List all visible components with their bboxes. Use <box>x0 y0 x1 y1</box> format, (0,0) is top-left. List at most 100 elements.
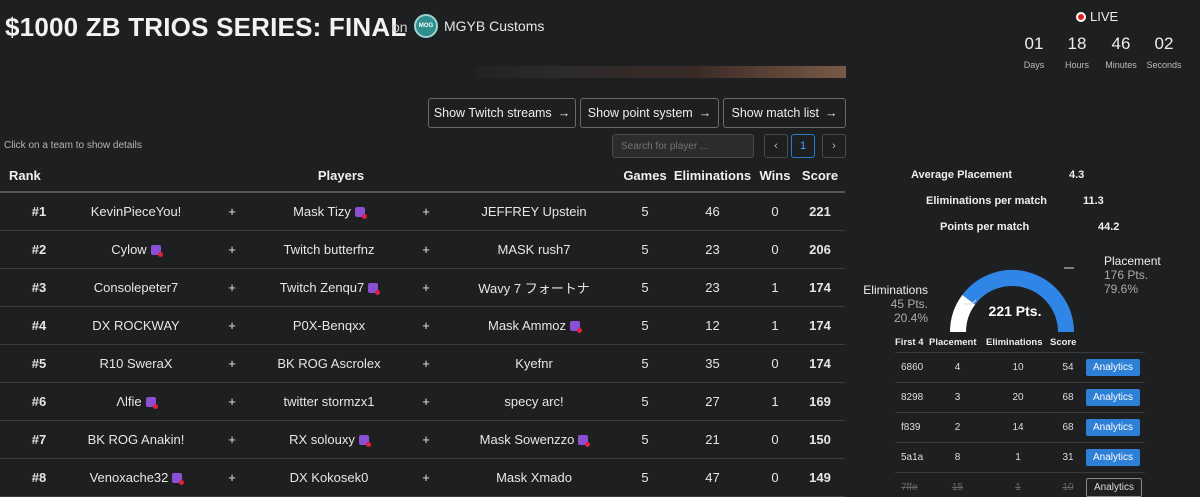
wins-cell: 1 <box>755 382 795 421</box>
countdown-hours: 18 Hours <box>1052 34 1102 70</box>
plus-sign: + <box>210 458 254 497</box>
eliminations-cell-text: 35 <box>705 355 720 371</box>
twitch-live-icon[interactable] <box>368 282 381 295</box>
match-elims-cell: 1 <box>986 441 1050 472</box>
analytics-button[interactable]: Analytics <box>1086 418 1141 436</box>
gauge-elims-legend: Eliminations 45 Pts. 20.4% <box>858 283 928 325</box>
wins-cell: 0 <box>755 192 795 231</box>
analytics-button[interactable]: Analytics <box>1086 477 1143 497</box>
countdown-seconds: 02 Seconds <box>1139 34 1189 70</box>
table-row[interactable]: #2 Cylow + Twitch butterfnz + MASK rush7 5 23 0 2… <box>0 230 845 269</box>
player-cell-text: Wavy 7 フォートナ <box>478 280 590 296</box>
player-cell: Consolepeter7 <box>62 268 210 307</box>
pagination-prev-button[interactable]: ‹ <box>764 134 788 158</box>
plus-sign: + <box>210 268 254 307</box>
analytics-button[interactable]: Analytics <box>1086 448 1141 466</box>
first-header: First 4 <box>895 337 924 349</box>
plus-sign: + <box>210 382 254 421</box>
player-cell-text: twitter stormzx1 <box>283 393 375 409</box>
analytics-cell: Analytics <box>1086 441 1145 472</box>
twitch-live-icon[interactable] <box>150 244 163 257</box>
organizer-name[interactable]: MGYB Customs <box>444 18 544 34</box>
twitch-live-icon[interactable] <box>578 434 591 447</box>
stream-preview-strip[interactable] <box>474 66 846 78</box>
score-cell-text: 174 <box>809 279 831 295</box>
games-cell-text: 5 <box>641 203 649 219</box>
plus-sign: + <box>404 344 448 383</box>
eliminations-header: Eliminations <box>670 160 755 193</box>
player-cell: Mask Xmado <box>448 458 620 497</box>
plus-sign: + <box>404 230 448 269</box>
chevron-right-icon: › <box>832 140 836 152</box>
games-cell-text: 5 <box>641 279 649 295</box>
wins-cell: 0 <box>755 230 795 269</box>
twitch-live-icon[interactable] <box>358 434 371 447</box>
wins-cell-text: 1 <box>771 393 779 409</box>
player-cell-text: DX ROCKWAY <box>92 317 180 333</box>
rank-cell-text: #1 <box>31 203 47 219</box>
analytics-button[interactable]: Analytics <box>1086 388 1141 406</box>
analytics-cell: Analytics <box>1086 471 1145 497</box>
eliminations-cell: 21 <box>670 420 755 459</box>
games-cell: 5 <box>620 268 670 307</box>
player-cell-text: BK ROG Ascrolex <box>277 355 381 371</box>
rank-cell-text: #4 <box>31 317 47 333</box>
organizer-logo-text: MOG <box>418 23 434 29</box>
button-label: Show Twitch streams <box>433 106 552 120</box>
score-cell-text: 221 <box>809 203 831 219</box>
games-cell: 5 <box>620 344 670 383</box>
elims-legend-label: Eliminations <box>863 283 928 297</box>
rank-cell: #2 <box>0 230 62 269</box>
placement-legend-percent: 79.6% <box>1104 282 1139 296</box>
player-cell: JEFFREY Upstein <box>448 192 620 231</box>
table-row[interactable]: #7 BK ROG Anakin! + RX solouxy + Mask Sowenzz… <box>0 420 845 459</box>
match-placement-cell: 3 <box>929 381 986 412</box>
wins-cell: 0 <box>755 344 795 383</box>
search-player-input[interactable] <box>612 134 754 158</box>
games-cell-text: 5 <box>641 431 649 447</box>
games-cell: 5 <box>620 458 670 497</box>
wins-cell: 0 <box>755 420 795 459</box>
show-twitch-streams-button[interactable]: Show Twitch streams → <box>428 98 576 128</box>
plus-sign: + <box>404 192 448 231</box>
table-row[interactable]: #4 DX ROCKWAY + P0X-Benqxx + Mask Ammoz 5 12 1 17… <box>0 306 845 345</box>
twitch-live-icon[interactable] <box>172 472 185 485</box>
table-row[interactable]: #3 Consolepeter7 + Twitch Zenqu7 + Wavy 7 フォー… <box>0 268 845 307</box>
show-point-system-button[interactable]: Show point system → <box>580 98 719 128</box>
analytics-button[interactable]: Analytics <box>1086 358 1141 376</box>
table-row[interactable]: #1 KevinPieceYou! + Mask Tizy + JEFFREY Upste… <box>0 192 845 231</box>
pagination-next-button[interactable]: › <box>822 134 846 158</box>
match-breakdown-header-row: First 4 Placement Eliminations Score <box>895 334 1145 352</box>
score-cell: 174 <box>795 306 845 345</box>
show-match-list-button[interactable]: Show match list → <box>723 98 846 128</box>
table-row[interactable]: #5 R10 SweraX + BK ROG Ascrolex + Kyefnr 5 35 0 1… <box>0 344 845 383</box>
plus-sign: + <box>404 306 448 345</box>
rank-cell-text: #2 <box>31 241 47 257</box>
match-elims-cell: 14 <box>986 411 1050 442</box>
eliminations-cell: 23 <box>670 268 755 307</box>
player-cell: BK ROG Anakin! <box>62 420 210 459</box>
twitch-live-icon[interactable] <box>354 206 367 219</box>
table-row[interactable]: #8 Venoxache32 + DX Kokosek0 + Mask Xmado 5 47 0… <box>0 458 845 497</box>
rank-cell: #7 <box>0 420 62 459</box>
placement-legend-points: 176 Pts. <box>1104 268 1149 282</box>
twitch-live-icon[interactable] <box>145 396 158 409</box>
countdown-value: 02 <box>1154 34 1174 53</box>
match-score-cell: 54 <box>1050 351 1086 382</box>
player-cell: Λlfie <box>62 382 210 421</box>
plus-sign-text: + <box>228 355 236 371</box>
wins-cell: 0 <box>755 458 795 497</box>
pagination-page-button[interactable]: 1 <box>791 134 815 158</box>
score-cell-text: 149 <box>809 469 831 485</box>
avg-placement-label: Average Placement <box>911 169 1013 181</box>
eliminations-cell: 12 <box>670 306 755 345</box>
plus-sign: + <box>210 420 254 459</box>
table-row[interactable]: #6 Λlfie + twitter stormzx1 + specy arc! 5 27 1 1… <box>0 382 845 421</box>
games-cell: 5 <box>620 382 670 421</box>
twitch-live-icon[interactable] <box>570 320 582 333</box>
score-cell: 150 <box>795 420 845 459</box>
organizer-logo[interactable]: MOG <box>414 14 438 38</box>
player-cell: specy arc! <box>448 382 620 421</box>
analytics-cell: Analytics <box>1086 411 1145 442</box>
players-header: Players <box>62 160 620 193</box>
